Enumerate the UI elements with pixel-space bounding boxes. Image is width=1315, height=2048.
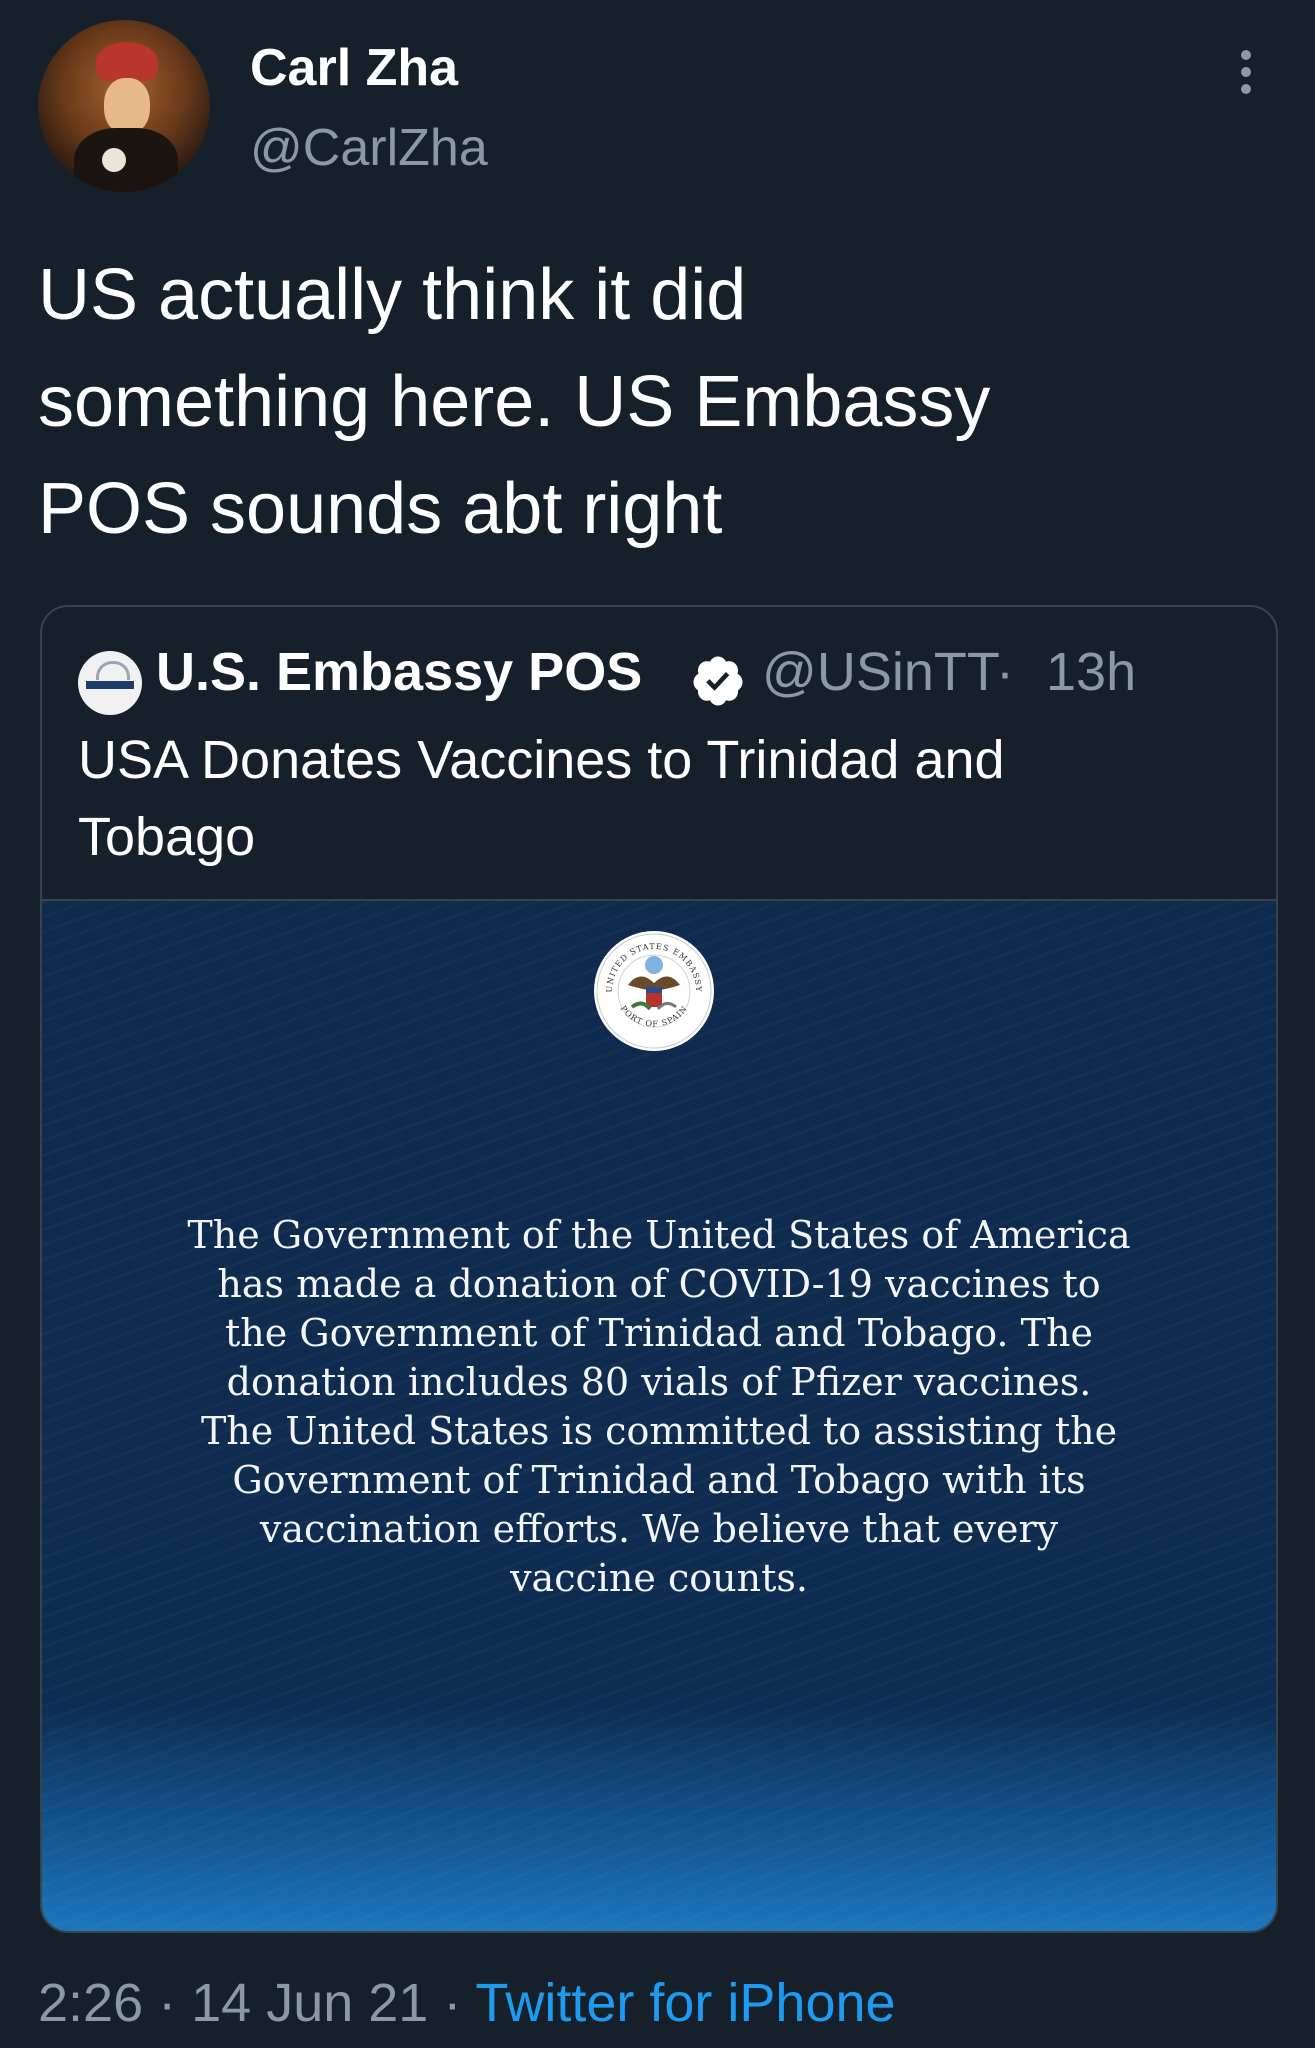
- quoted-separator: ·: [996, 642, 1014, 702]
- quoted-author-name: U.S. Embassy POS: [156, 642, 643, 702]
- tweet-text: US actually think it did something here.…: [38, 242, 1268, 563]
- meta-separator: ·: [443, 1973, 462, 2033]
- press-line: vaccination efforts. We believe that eve…: [259, 1507, 1059, 1551]
- quoted-text-line: Tobago: [78, 807, 256, 867]
- press-line: donation includes 80 vials of Pfizer vac…: [226, 1360, 1092, 1404]
- tweet-date: 14 Jun 21: [191, 1973, 429, 2033]
- quoted-tweet-card[interactable]: U.S. Embassy POS @USinTT · 13h USA Donat…: [40, 605, 1278, 1933]
- avatar-flower: [102, 148, 126, 172]
- tweet-detail: Carl Zha @CarlZha US actually think it d…: [0, 0, 1315, 2048]
- press-line: has made a donation of COVID-19 vaccines…: [217, 1262, 1101, 1306]
- avatar-robe: [74, 128, 178, 192]
- tweet-meta: 2:26 · 14 Jun 21 · Twitter for iPhone: [38, 1972, 896, 2034]
- tweet-text-line: POS sounds abt right: [38, 469, 723, 549]
- press-statement: The Government of the United States of A…: [102, 1211, 1216, 1603]
- tweet-text-line: US actually think it did: [38, 255, 747, 335]
- author-display-name[interactable]: Carl Zha: [250, 38, 458, 98]
- quoted-timestamp: 13h: [1046, 642, 1137, 702]
- press-line: vaccine counts.: [510, 1556, 808, 1600]
- meta-separator: ·: [158, 1973, 177, 2033]
- quoted-tweet-text: USA Donates Vaccines to Trinidad and Tob…: [78, 722, 1238, 876]
- author-handle[interactable]: @CarlZha: [250, 118, 488, 178]
- quoted-author-handle: @USinTT: [762, 642, 1000, 702]
- tweet-time: 2:26: [38, 1973, 144, 2033]
- embassy-seal-icon: UNITED STATES EMBASSY PORT OF SPAIN: [594, 931, 714, 1051]
- press-line: the Government of Trinidad and Tobago. T…: [225, 1311, 1093, 1355]
- press-line: The Government of the United States of A…: [187, 1213, 1131, 1257]
- tweet-text-line: something here. US Embassy: [38, 362, 991, 442]
- press-line: The United States is committed to assist…: [200, 1409, 1118, 1453]
- quoted-tweet-header: U.S. Embassy POS @USinTT · 13h: [78, 641, 1258, 715]
- tweet-source-link[interactable]: Twitter for iPhone: [475, 1973, 895, 2033]
- more-vertical-icon[interactable]: [1240, 50, 1252, 94]
- press-line: Government of Trinidad and Tobago with i…: [232, 1458, 1086, 1502]
- author-avatar[interactable]: [38, 20, 210, 192]
- quoted-text-line: USA Donates Vaccines to Trinidad and: [78, 730, 1005, 790]
- verified-badge-icon: [693, 656, 743, 706]
- quoted-tweet-image[interactable]: UNITED STATES EMBASSY PORT OF SPAIN The …: [42, 899, 1276, 1931]
- avatar-headdress: [96, 42, 158, 82]
- quoted-author-avatar: [78, 651, 142, 715]
- avatar-face: [104, 78, 150, 134]
